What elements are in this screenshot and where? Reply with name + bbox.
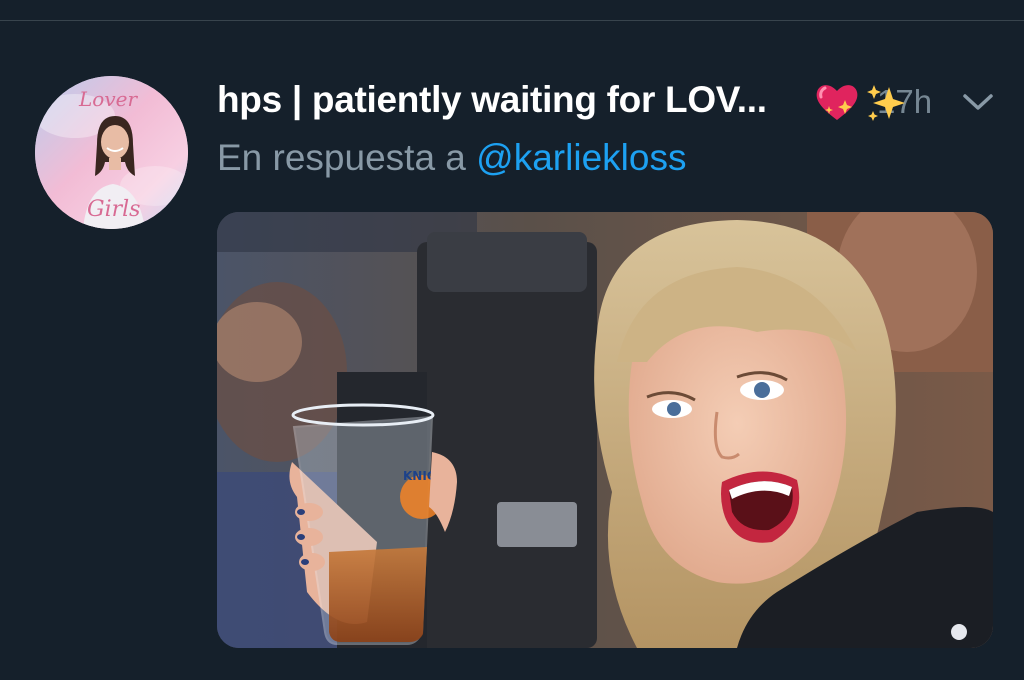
sparkling-heart-icon <box>816 85 858 120</box>
screen: Lover Girls hps | patiently waiting for … <box>0 0 1024 680</box>
avatar-lover-text: Lover <box>78 87 138 111</box>
avatar-girls-text: Girls <box>87 197 140 222</box>
reply-context: En respuesta a @karliekloss <box>217 137 686 179</box>
chevron-down-icon[interactable] <box>961 89 995 115</box>
tweet-header: hps | patiently waiting for LOV... 17h <box>217 79 993 127</box>
tweet[interactable]: Lover Girls hps | patiently waiting for … <box>0 21 1024 680</box>
reply-mention-link[interactable]: @karliekloss <box>476 137 686 178</box>
tweet-media-photo[interactable]: KNICKS <box>217 212 993 648</box>
avatar[interactable]: Lover Girls <box>35 76 188 229</box>
display-name[interactable]: hps | patiently waiting for LOV... <box>217 79 767 121</box>
sparkles-icon <box>867 85 905 121</box>
reply-prefix: En respuesta a <box>217 137 466 178</box>
